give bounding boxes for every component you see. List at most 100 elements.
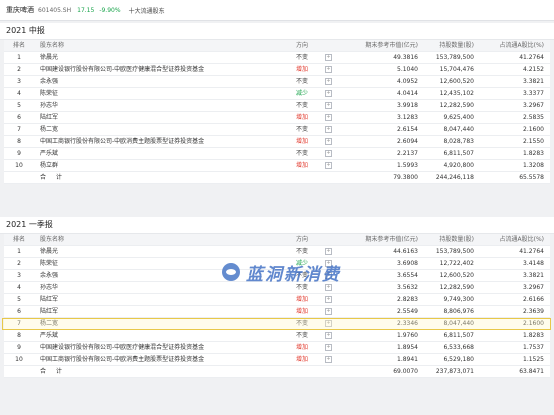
table-row[interactable]: 5 孙志华 不变 +3.9918 12,282,590 3.2967 <box>4 100 550 112</box>
total-row: 合 计 69.0070 237,873,071 63.8471 <box>4 366 550 378</box>
ratio-cell: 1.1525 <box>523 356 544 363</box>
direction-cell: 不变 <box>295 284 308 291</box>
shares-cell: 12,600,520 <box>439 272 474 279</box>
total-value: 79.3800 <box>393 174 418 181</box>
market-value-cell: 2.5549 <box>397 308 418 315</box>
market-value-cell: 3.6908 <box>397 260 418 267</box>
table-row[interactable]: 6 陆红军 增加 +3.1283 9,625,400 2.5835 <box>4 112 550 124</box>
ratio-cell: 2.1550 <box>523 138 544 145</box>
rank-cell: 3 <box>17 272 21 279</box>
stock-price: 17.15 <box>77 6 95 14</box>
direction-cell: 不变 <box>295 102 308 109</box>
stock-header: 重庆啤酒 601405.SH 17.15 -9.90% 十大流通股东 <box>0 0 554 21</box>
market-value-cell: 49.3816 <box>393 54 418 61</box>
direction-cell: 减少 <box>295 90 308 97</box>
table-header-row: 排名 股东名称 方向 期末参考市值(亿元) 持股数量(股) 占流通A股比(%) <box>4 40 550 52</box>
holder-name-cell: 陆红军 <box>40 308 59 315</box>
holder-name-cell: 徐晨光 <box>40 54 59 61</box>
shares-cell: 6,811,507 <box>443 150 474 157</box>
col-shares: 持股数量(股) <box>439 42 474 49</box>
table-row[interactable]: 7 杨二宽 不变 +2.3346 8,047,440 2.1600 <box>4 318 550 330</box>
rank-cell: 10 <box>15 356 23 363</box>
table-row[interactable]: 3 余永强 不变 +3.6554 12,600,520 3.3821 <box>4 270 550 282</box>
col-ratio: 占流通A股比(%) <box>499 236 545 243</box>
shares-cell: 12,282,590 <box>439 284 474 291</box>
holder-name-cell: 孙志华 <box>40 102 59 109</box>
table-row[interactable]: 4 陈荣征 减少 +4.0414 12,435,102 3.3377 <box>4 88 550 100</box>
direction-cell: 不变 <box>295 272 308 279</box>
shares-cell: 9,749,300 <box>443 296 474 303</box>
shares-cell: 8,047,440 <box>443 126 474 133</box>
holder-name-cell: 杨二宽 <box>40 126 59 133</box>
ratio-cell: 1.7537 <box>523 344 544 351</box>
shares-cell: 8,028,783 <box>443 138 474 145</box>
holder-name-cell: 陆红军 <box>40 296 59 303</box>
holder-name-cell: 严乐斌 <box>40 150 59 157</box>
rank-cell: 2 <box>17 260 21 267</box>
shares-cell: 8,047,440 <box>443 320 474 327</box>
market-value-cell: 3.9918 <box>397 102 418 109</box>
market-value-cell: 3.5632 <box>397 284 418 291</box>
direction-cell: 不变 <box>295 126 308 133</box>
ratio-cell: 3.3377 <box>523 90 544 97</box>
table-row[interactable]: 2 中国建设银行股份有限公司-中欧医疗健康混合型证券投资基金 增加 +5.1040 15… <box>4 64 550 76</box>
rank-cell: 5 <box>17 102 21 109</box>
ratio-cell: 2.1600 <box>523 320 544 327</box>
direction-cell: 增加 <box>295 356 308 363</box>
rank-cell: 8 <box>17 138 21 145</box>
total-shares: 237,873,071 <box>435 368 474 375</box>
table-row[interactable]: 5 陆红军 增加 +2.8283 9,749,300 2.6166 <box>4 294 550 306</box>
table-row[interactable]: 9 中国建设银行股份有限公司-中欧医疗健康混合型证券投资基金 增加 +1.8954 6,… <box>4 342 550 354</box>
shares-cell: 153,789,500 <box>435 54 474 61</box>
col-ratio: 占流通A股比(%) <box>499 42 545 49</box>
direction-cell: 增加 <box>295 162 308 169</box>
total-ratio: 63.8471 <box>519 368 544 375</box>
rank-cell: 9 <box>17 150 21 157</box>
ratio-cell: 2.3639 <box>523 308 544 315</box>
table-row[interactable]: 8 中国工商银行股份有限公司-中欧消费主题股票型证券投资基金 增加 +2.6094 8,… <box>4 136 550 148</box>
holder-name-cell: 杨立群 <box>40 162 59 169</box>
market-value-cell: 1.8941 <box>397 356 418 363</box>
shares-cell: 8,806,976 <box>443 308 474 315</box>
holder-name-cell: 中国建设银行股份有限公司-中欧医疗健康混合型证券投资基金 <box>40 66 205 73</box>
holder-name-cell: 孙志华 <box>40 284 59 291</box>
holder-name-cell: 陆红军 <box>40 114 59 121</box>
col-market-value: 期末参考市值(亿元) <box>365 236 418 243</box>
table-row[interactable]: 4 孙志华 不变 +3.5632 12,282,590 3.2967 <box>4 282 550 294</box>
ratio-cell: 41.2764 <box>519 54 544 61</box>
ratio-cell: 41.2764 <box>519 248 544 255</box>
direction-cell: 不变 <box>295 78 308 85</box>
table-row[interactable]: 6 陆红军 增加 +2.5549 8,806,976 2.3639 <box>4 306 550 318</box>
table-row[interactable]: 1 徐晨光 不变 +49.3816 153,789,500 41.2764 <box>4 52 550 64</box>
table-row[interactable]: 2 陈荣征 减少 +3.6908 12,722,402 3.4148 <box>4 258 550 270</box>
rank-cell: 4 <box>17 284 21 291</box>
shares-cell: 4,920,800 <box>443 162 474 169</box>
holder-name-cell: 余永强 <box>40 272 59 279</box>
market-value-cell: 4.0414 <box>397 90 418 97</box>
table-row[interactable]: 10 杨立群 增加 +1.5993 4,920,800 1.3208 <box>4 160 550 172</box>
market-value-cell: 5.1040 <box>397 66 418 73</box>
total-ratio: 65.5578 <box>519 174 544 181</box>
table-row[interactable]: 9 严乐斌 不变 +2.2137 6,811,507 1.8283 <box>4 148 550 160</box>
table-row[interactable]: 1 徐晨光 不变 +44.6163 153,789,500 41.2764 <box>4 246 550 258</box>
rank-cell: 6 <box>17 308 21 315</box>
direction-cell: 增加 <box>295 296 308 303</box>
tab-top-holders[interactable]: 十大流通股东 <box>129 6 165 15</box>
shares-cell: 6,811,507 <box>443 332 474 339</box>
holder-name-cell: 余永强 <box>40 78 59 85</box>
holder-name-cell: 中国建设银行股份有限公司-中欧医疗健康混合型证券投资基金 <box>40 344 205 351</box>
table-row[interactable]: 7 杨二宽 不变 +2.6154 8,047,440 2.1600 <box>4 124 550 136</box>
table-row[interactable]: 8 严乐斌 不变 +1.9760 6,811,507 1.8283 <box>4 330 550 342</box>
table-row[interactable]: 3 余永强 不变 +4.0952 12,600,520 3.3821 <box>4 76 550 88</box>
rank-cell: 9 <box>17 344 21 351</box>
holder-name-cell: 徐晨光 <box>40 248 59 255</box>
direction-cell: 不变 <box>295 248 308 255</box>
holder-name-cell: 杨二宽 <box>40 320 59 327</box>
ratio-cell: 2.1600 <box>523 126 544 133</box>
table-row[interactable]: 10 中国工商银行股份有限公司-中欧消费主题股票型证券投资基金 增加 +1.8941 6… <box>4 354 550 366</box>
holders-table-q1: 排名 股东名称 方向 期末参考市值(亿元) 持股数量(股) 占流通A股比(%) 1 徐晨光 不变… <box>4 234 550 378</box>
shares-cell: 12,722,402 <box>439 260 474 267</box>
market-value-cell: 1.8954 <box>397 344 418 351</box>
rank-cell: 7 <box>17 126 21 133</box>
rank-cell: 1 <box>17 248 21 255</box>
